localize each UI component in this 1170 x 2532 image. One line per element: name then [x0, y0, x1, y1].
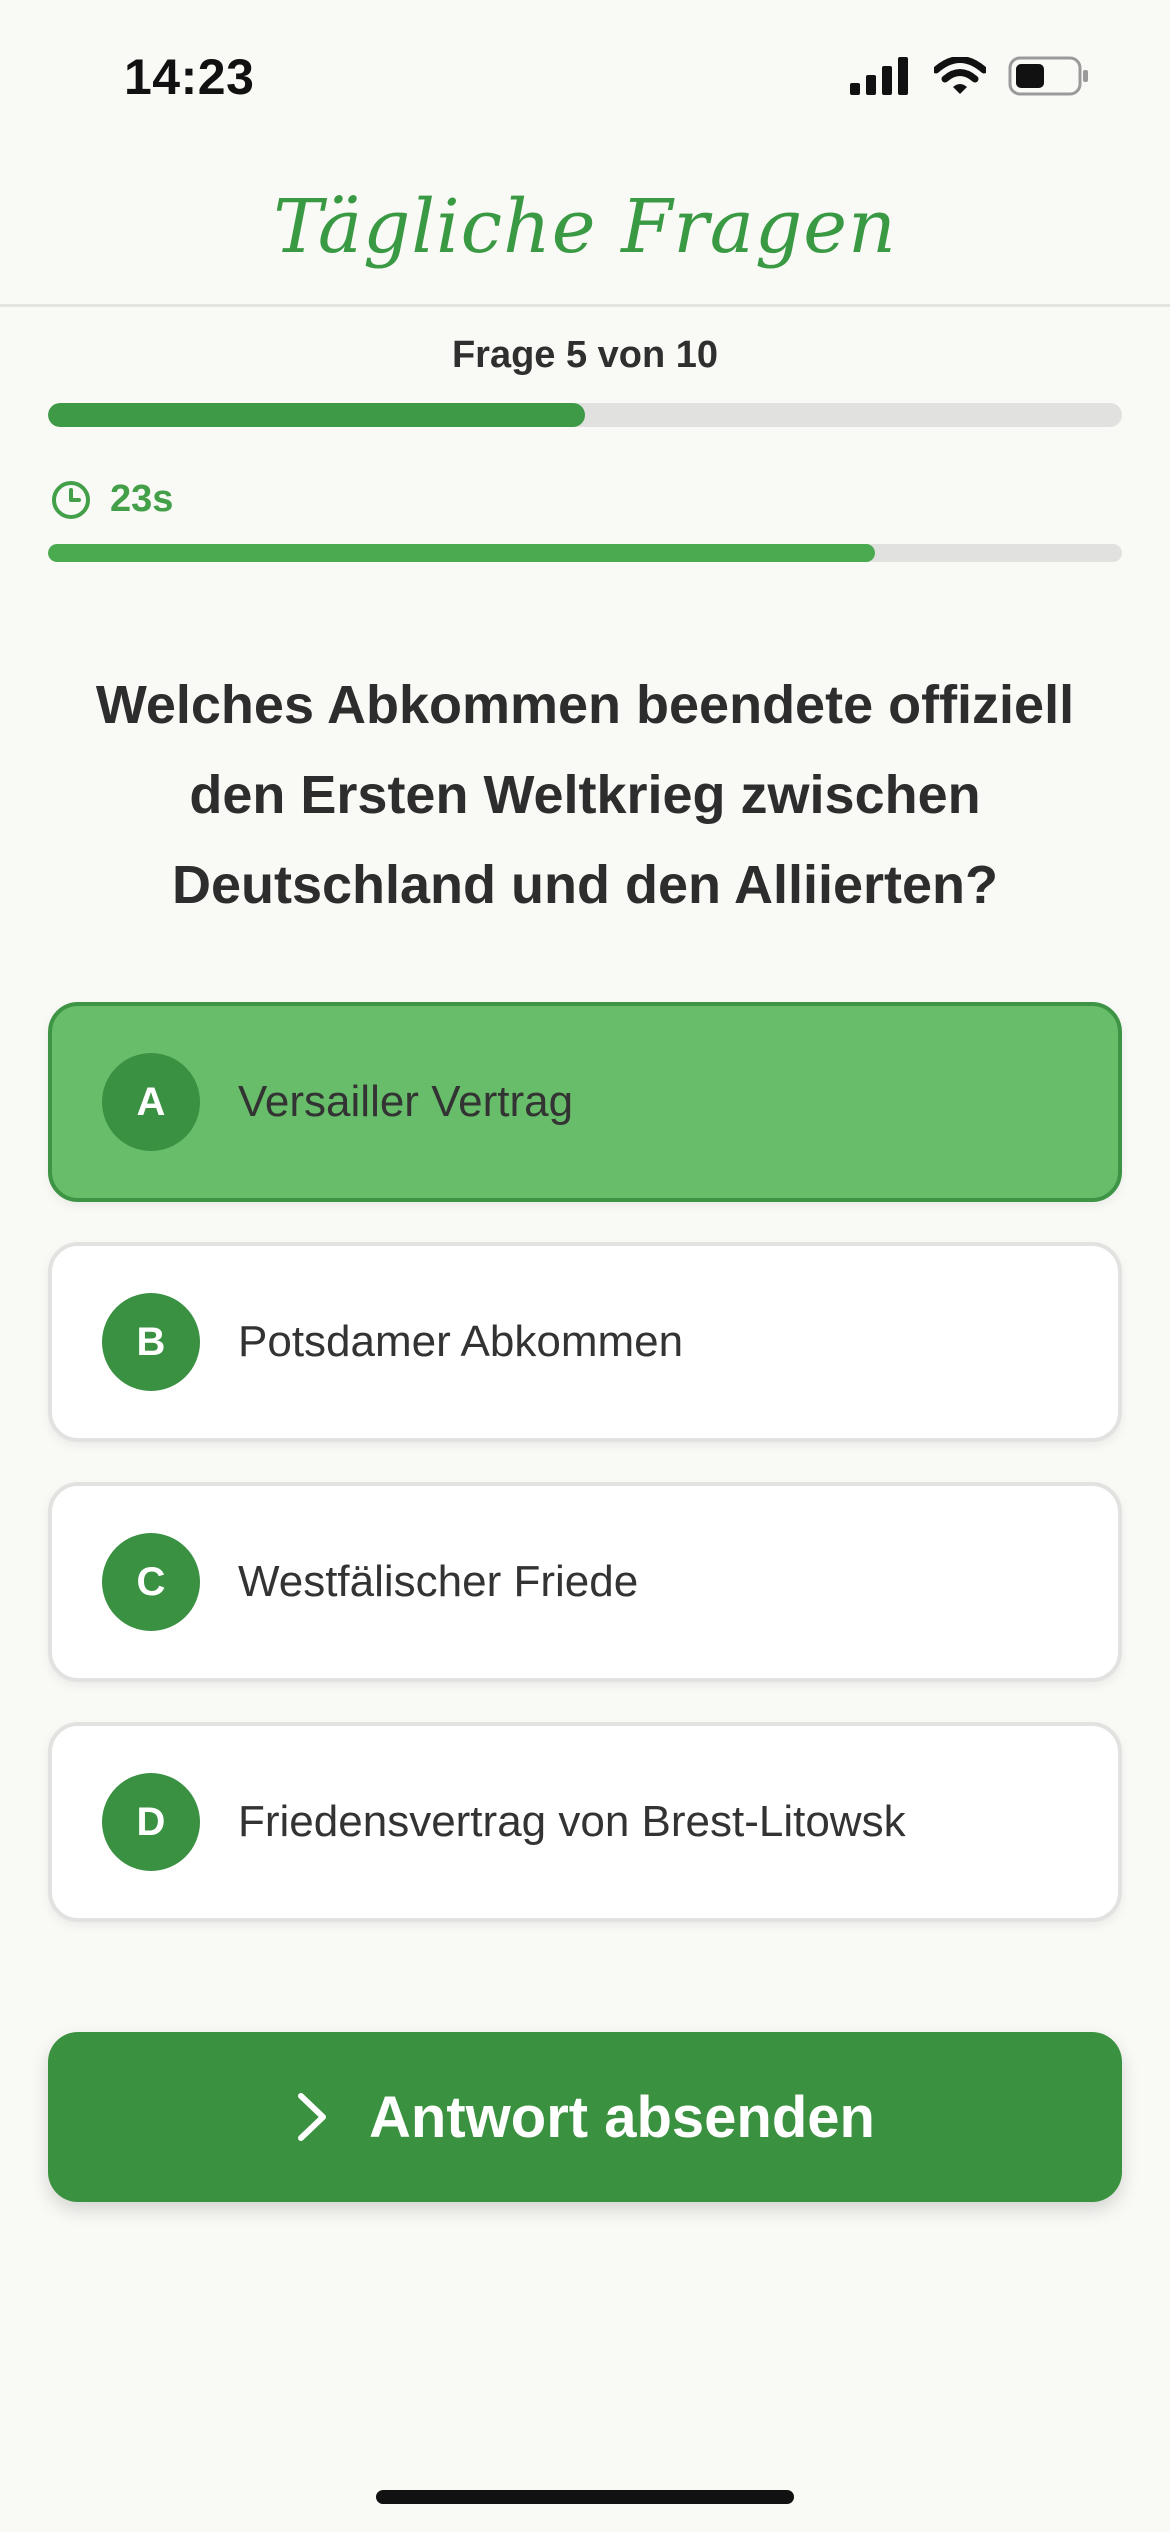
timer-text: 23s [110, 478, 174, 520]
home-indicator [376, 2490, 794, 2504]
timer: 23s [50, 478, 173, 521]
wifi-icon [934, 57, 986, 94]
answer-label: Friedensvertrag von Brest-Litowsk [238, 1797, 906, 1846]
timer-progress-fill [48, 544, 875, 562]
cellular-signal-icon [850, 57, 908, 95]
question-text: Welches Abkommen beendete offiziell den … [95, 675, 1075, 915]
question-progress-bar [48, 403, 1122, 427]
timer-progress-bar [48, 544, 1122, 562]
submit-label: Antwort absenden [369, 2084, 875, 2150]
answer-option-a[interactable]: A Versailler Vertrag [48, 1002, 1122, 1202]
answer-option-c[interactable]: C Westfälischer Friede [48, 1482, 1122, 1682]
question-counter: Frage 5 von 10 [451, 334, 719, 376]
chevron-right-icon [298, 2093, 327, 2141]
answer-option-d[interactable]: D Friedensvertrag von Brest-Litowsk [48, 1722, 1122, 1922]
status-bar: 14:23 [0, 0, 1170, 150]
answer-label: Potsdamer Abkommen [238, 1317, 684, 1366]
question-progress-fill [48, 403, 585, 427]
answer-letter-badge: D [102, 1773, 200, 1871]
app-title: Tägliche Fragen [273, 184, 897, 270]
app-header: Tägliche Fragen [0, 150, 1170, 307]
answer-label: Versailler Vertrag [238, 1077, 574, 1126]
answer-label: Westfälischer Friede [238, 1557, 639, 1606]
answer-option-b[interactable]: B Potsdamer Abkommen [48, 1242, 1122, 1442]
answer-letter-badge: C [102, 1533, 200, 1631]
submit-answer-button[interactable]: Antwort absenden [48, 2032, 1122, 2202]
clock-icon [52, 480, 90, 519]
battery-icon [1008, 56, 1088, 96]
answer-letter-badge: A [102, 1053, 200, 1151]
quiz-screen: 14:23 Tägliche Fragen Frage 5 von 10 23s… [0, 0, 1170, 2532]
answer-letter-badge: B [102, 1293, 200, 1391]
status-time: 14:23 [124, 49, 255, 105]
status-icons [850, 56, 1090, 96]
